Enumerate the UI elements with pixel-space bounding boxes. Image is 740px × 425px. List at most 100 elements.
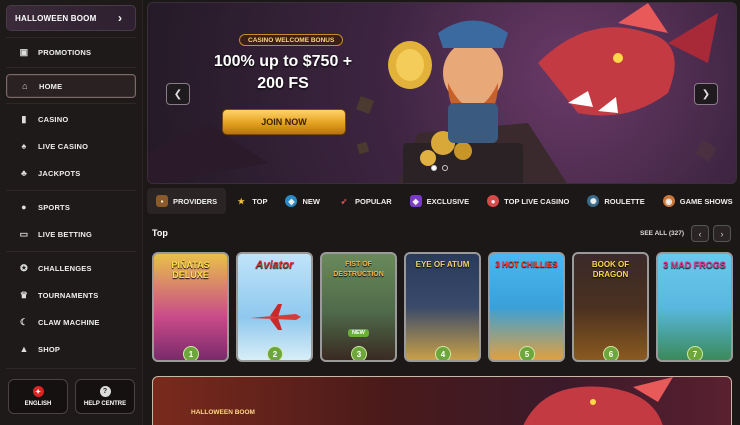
category-top-live-casino[interactable]: ● TOP LIVE CASINO (478, 188, 578, 214)
slot-icon: ▮ (21, 113, 27, 124)
see-all-link[interactable]: SEE ALL (327) (640, 230, 684, 237)
roulette-chip-icon: ● (487, 195, 500, 207)
category-label: TOP LIVE CASINO (504, 196, 570, 206)
sidebar-item-label: CASINO (38, 114, 69, 124)
chevron-right-icon: › (720, 228, 724, 239)
game-rank: 3 (351, 346, 367, 360)
sidebar-item-live-betting[interactable]: ▭ LIVE BETTING (6, 222, 136, 246)
sidebar-item-claw-machine[interactable]: ☾ CLAW MACHINE (6, 310, 136, 334)
diamond-icon: ◆ (409, 195, 422, 207)
game-tile[interactable]: 3 HOT CHILLIES 5 (488, 252, 565, 362)
category-exclusive[interactable]: ◆ EXCLUSIVE (401, 188, 479, 214)
sidebar-item-label: SPORTS (38, 202, 71, 212)
clover-icon: ♣ (20, 168, 28, 178)
chest-icon: ▪ (156, 195, 168, 207)
game-title: EYE OF ATUM (415, 260, 470, 269)
game-rank: 7 (687, 346, 703, 360)
sidebar-item-label: CLAW MACHINE (38, 317, 100, 327)
casino-app: HALLOWEEN BOOM › ▣ PROMOTIONS ⌂ HOME ▮ C… (0, 0, 740, 425)
game-title: 3 HOT CHILLIES (495, 260, 558, 269)
sidebar-item-jackpots[interactable]: ♣ JACKPOTS (6, 161, 136, 185)
carousel-prev-button[interactable]: ❮ (166, 83, 190, 105)
category-bar: ▪ PROVIDERS ★ TOP ◆ NEW ➶ POPULAR ◆ EXCL… (147, 188, 737, 214)
sidebar-item-live-casino[interactable]: ♠ LIVE CASINO (6, 134, 136, 158)
game-rank: 2 (267, 346, 283, 360)
divider (6, 103, 136, 104)
sidebar-item-promotions[interactable]: ▣ PROMOTIONS (6, 40, 136, 64)
sidebar-item-label: SHOP (38, 344, 61, 354)
promo-card-label: HALLOWEEN BOOM (191, 409, 255, 416)
games-prev-button[interactable]: ‹ (691, 225, 709, 242)
divider (6, 190, 136, 191)
category-top[interactable]: ★ TOP (226, 188, 276, 214)
help-icon: ? (99, 386, 111, 397)
sidebar-item-casino[interactable]: ▮ CASINO (6, 107, 136, 131)
home-icon: ⌂ (22, 81, 28, 91)
category-roulette[interactable]: ✺ ROULETTE (578, 188, 653, 214)
game-tile[interactable]: PIÑATAS DELUXE 1 (152, 252, 229, 362)
game-rank: 5 (519, 346, 535, 360)
category-new[interactable]: ◆ NEW (276, 188, 329, 214)
live-icon: ▭ (19, 228, 29, 239)
games-next-button[interactable]: › (713, 225, 731, 242)
canada-flag-icon: ✦ (32, 386, 44, 397)
game-rank: 6 (603, 346, 619, 360)
divider (6, 251, 136, 252)
carousel-dot[interactable] (431, 165, 437, 171)
new-badge: NEW (348, 329, 369, 337)
welcome-bonus-badge: CASINO WELCOME BONUS (239, 34, 344, 46)
hero-headline: 100% up to $750 + 200 FS (213, 53, 353, 92)
carousel-dots (431, 165, 448, 171)
category-game-shows[interactable]: ◉ GAME SHOWS (654, 188, 740, 214)
sidebar-item-tournaments[interactable]: ♛ TOURNAMENTS (6, 283, 136, 307)
chevron-right-icon: › (118, 11, 122, 25)
medal-icon: ✪ (20, 262, 28, 273)
trophy-icon: ♛ (19, 289, 29, 300)
category-label: ROULETTE (604, 196, 645, 206)
game-tile[interactable]: FIST OF DESTRUCTION NEW 3 (320, 252, 397, 362)
category-label: EXCLUSIVE (426, 196, 470, 206)
category-label: TOP (252, 196, 268, 206)
show-icon: ◉ (662, 195, 675, 207)
sidebar-item-label: JACKPOTS (38, 168, 81, 178)
promo-banner-label: HALLOWEEN BOOM (15, 13, 97, 23)
game-tile[interactable]: BOOK OF DRAGON 6 (572, 252, 649, 362)
language-button[interactable]: ✦ ENGLISH (8, 379, 68, 414)
sidebar-item-label: CHALLENGES (38, 263, 92, 273)
star-icon: ★ (237, 196, 245, 206)
sidebar-item-label: HOME (39, 81, 63, 91)
carousel-dot[interactable] (442, 165, 448, 171)
help-centre-button[interactable]: ? HELP CENTRE (75, 379, 135, 414)
sidebar-item-label: PROMOTIONS (38, 47, 92, 57)
sidebar-item-challenges[interactable]: ✪ CHALLENGES (6, 256, 136, 280)
sidebar-item-shop[interactable]: ▲ SHOP (6, 337, 136, 361)
gift-icon: ▣ (19, 46, 29, 57)
game-tile[interactable]: EYE OF ATUM 4 (404, 252, 481, 362)
sidebar: HALLOWEEN BOOM › ▣ PROMOTIONS ⌂ HOME ▮ C… (0, 0, 143, 425)
game-title: PIÑATAS DELUXE (171, 260, 210, 280)
hero-carousel: CASINO WELCOME BONUS 100% up to $750 + 2… (147, 2, 737, 184)
divider (6, 368, 136, 369)
dragon-artwork (523, 377, 673, 425)
category-label: NEW (302, 196, 320, 206)
category-label: PROVIDERS (173, 196, 218, 206)
carousel-next-button[interactable]: ❯ (694, 83, 718, 105)
game-tile[interactable]: Aviator 2 (236, 252, 313, 362)
halloween-promo-card[interactable]: HALLOWEEN BOOM (152, 376, 732, 425)
category-label: GAME SHOWS (679, 196, 733, 206)
category-providers[interactable]: ▪ PROVIDERS (147, 188, 227, 214)
game-title: Aviator (255, 259, 294, 271)
game-title: FIST OF DESTRUCTION (333, 261, 384, 278)
bag-icon: ▲ (19, 344, 29, 354)
category-popular[interactable]: ➶ POPULAR (329, 188, 401, 214)
help-label: HELP CENTRE (83, 401, 127, 407)
sidebar-item-sports[interactable]: ● SPORTS (6, 195, 136, 219)
sidebar-item-label: LIVE BETTING (38, 229, 93, 239)
halloween-promo-banner[interactable]: HALLOWEEN BOOM › (6, 5, 136, 31)
join-now-button[interactable]: JOIN NOW (222, 109, 346, 135)
ball-icon: ● (21, 202, 27, 212)
claw-icon: ☾ (19, 316, 29, 327)
game-rank: 1 (183, 346, 199, 360)
game-tile[interactable]: 3 MAD FROGS 7 (656, 252, 733, 362)
sidebar-item-home[interactable]: ⌂ HOME (6, 74, 136, 98)
